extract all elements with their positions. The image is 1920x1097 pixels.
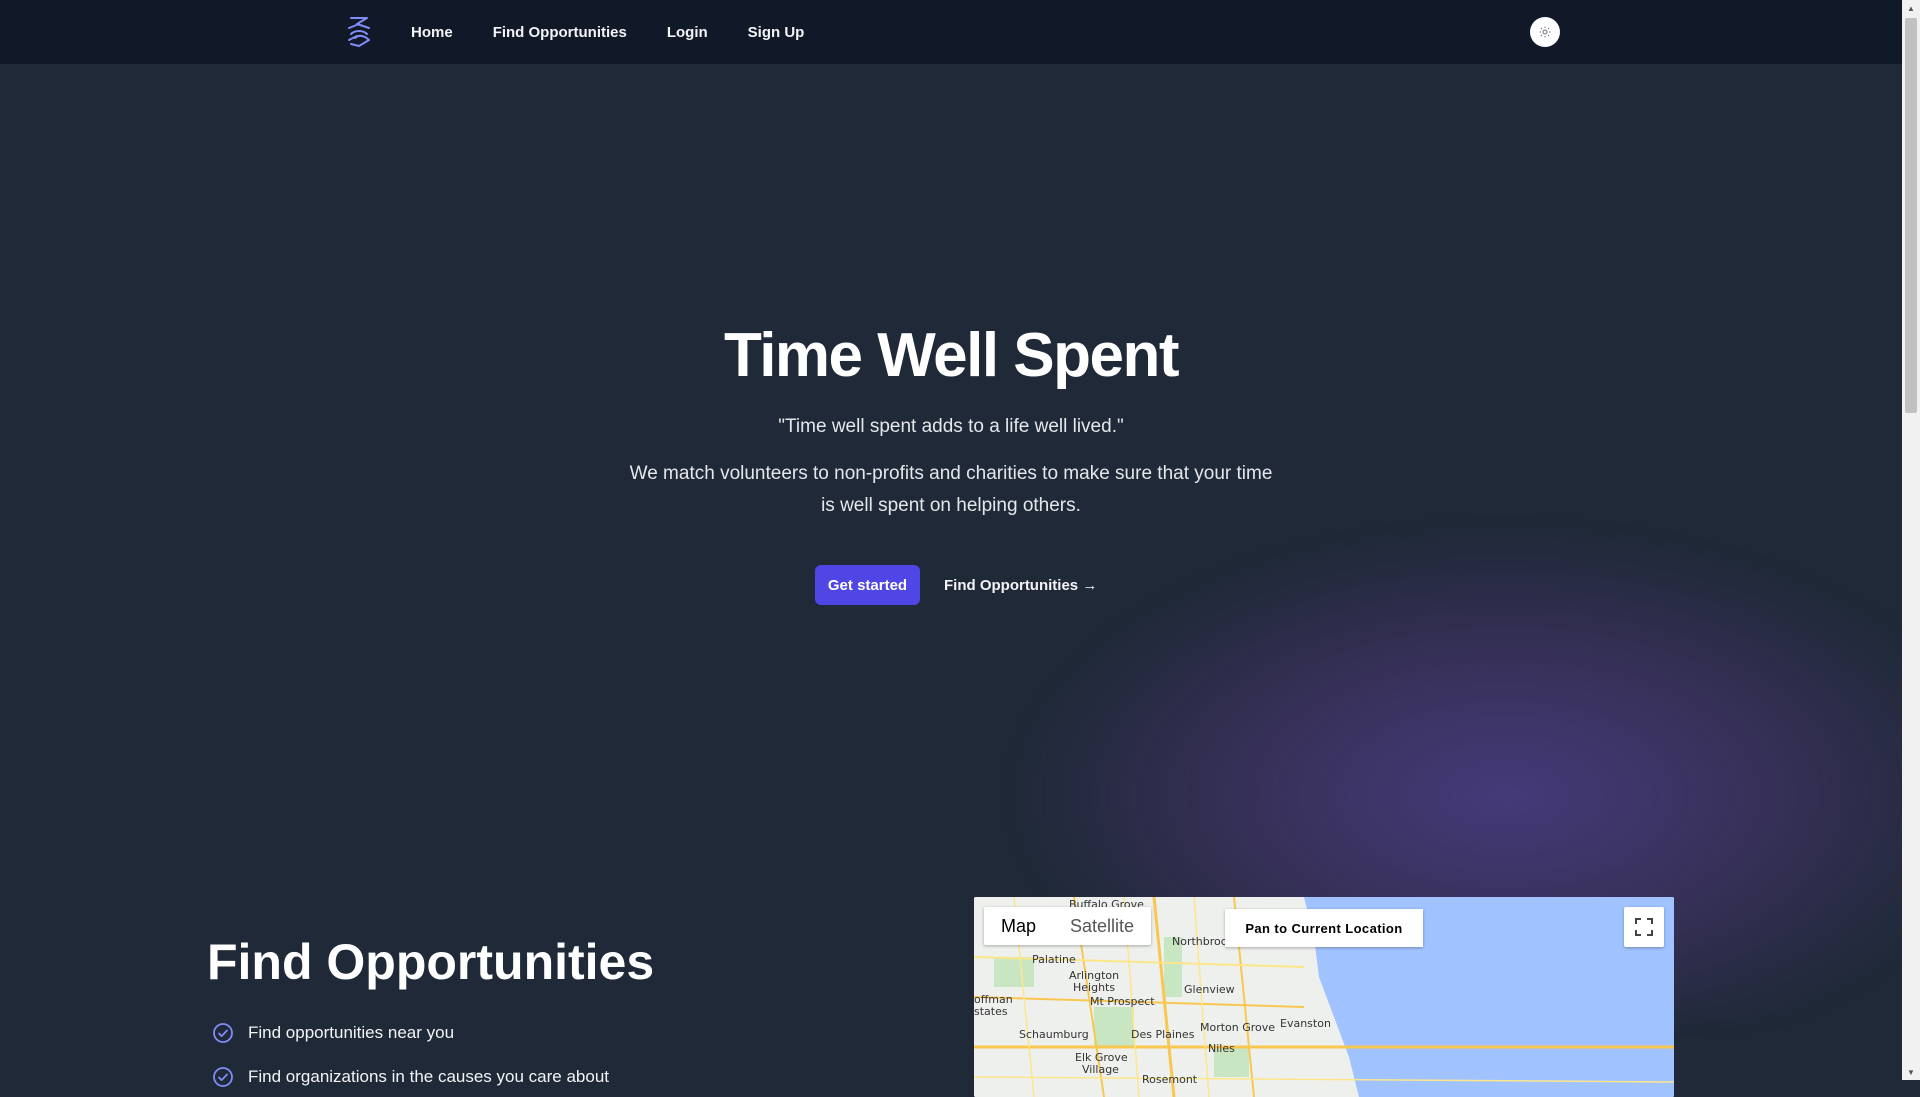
map-place-label: Palatine bbox=[1032, 953, 1076, 966]
fullscreen-icon bbox=[1635, 918, 1653, 936]
map-tab-map[interactable]: Map bbox=[984, 907, 1053, 945]
feature-item: Find opportunities near you bbox=[212, 1022, 454, 1044]
map-place-label: Glenview bbox=[1184, 983, 1235, 996]
hero-title: Time Well Spent bbox=[723, 321, 1180, 390]
sun-icon bbox=[1539, 26, 1551, 38]
scrollbar-thumb[interactable] bbox=[1905, 18, 1917, 413]
top-navbar: Home Find Opportunities Login Sign Up bbox=[0, 0, 1902, 64]
scroll-up-arrow-icon[interactable]: ▲ bbox=[1902, 0, 1920, 16]
feature-item: Find organizations in the causes you car… bbox=[212, 1066, 609, 1088]
nav-signup-link[interactable]: Sign Up bbox=[748, 24, 805, 41]
fullscreen-button[interactable] bbox=[1624, 907, 1664, 947]
map-place-label: Village bbox=[1082, 1063, 1119, 1076]
nav-find-opportunities-link[interactable]: Find Opportunities bbox=[493, 24, 627, 41]
map-place-label: Heights bbox=[1073, 981, 1116, 994]
map-place-label: Schaumburg bbox=[1019, 1028, 1089, 1041]
nav-home-link[interactable]: Home bbox=[411, 24, 453, 41]
theme-toggle-button[interactable] bbox=[1530, 17, 1560, 47]
find-opportunities-link[interactable]: Find Opportunities → bbox=[944, 565, 1097, 605]
section-title: Find Opportunities bbox=[207, 934, 655, 990]
check-circle-icon bbox=[213, 1067, 233, 1087]
map-place-label: Niles bbox=[1208, 1042, 1235, 1055]
hero-description: We match volunteers to non-profits and c… bbox=[629, 463, 1273, 516]
map-place-label: Evanston bbox=[1280, 1017, 1331, 1030]
nav-login-link[interactable]: Login bbox=[667, 24, 708, 41]
nav-links: Home Find Opportunities Login Sign Up bbox=[411, 0, 804, 64]
page-scrollbar[interactable]: ▲ ▼ bbox=[1902, 0, 1920, 1080]
map-place-label: states bbox=[974, 1005, 1008, 1018]
map-place-label: Morton Grove bbox=[1200, 1021, 1276, 1034]
map-widget[interactable]: Buffalo Grove Northbrook Palatine Arling… bbox=[974, 897, 1674, 1097]
hands-logo-icon[interactable] bbox=[345, 14, 375, 50]
get-started-button[interactable]: Get started bbox=[815, 565, 920, 605]
feature-text: Find organizations in the causes you car… bbox=[248, 1067, 610, 1086]
pan-to-location-button[interactable]: Pan to Current Location bbox=[1225, 909, 1423, 947]
scroll-down-arrow-icon[interactable]: ▼ bbox=[1902, 1064, 1920, 1080]
map-place-label: Des Plaines bbox=[1131, 1028, 1195, 1041]
check-circle-icon bbox=[213, 1023, 233, 1043]
map-place-label: Mt Prospect bbox=[1090, 995, 1155, 1008]
map-tab-satellite[interactable]: Satellite bbox=[1053, 907, 1151, 945]
feature-text: Find opportunities near you bbox=[248, 1023, 455, 1042]
hero-quote: "Time well spent adds to a life well liv… bbox=[778, 416, 1124, 437]
map-type-tabs: Map Satellite bbox=[984, 907, 1152, 945]
